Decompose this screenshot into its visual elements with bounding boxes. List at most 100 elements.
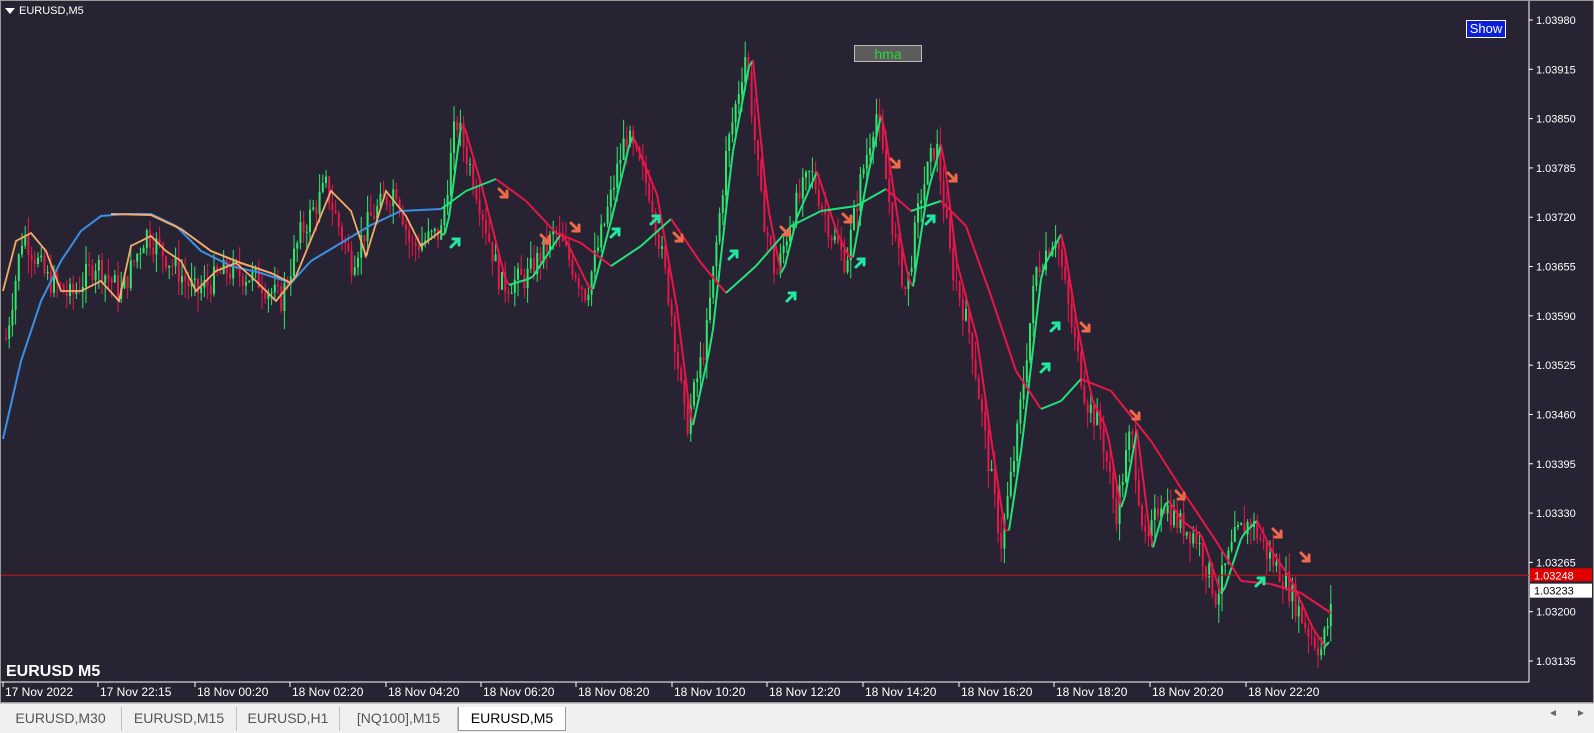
hma-fast-segment [676,308,682,341]
candle-body [731,122,734,135]
candle-body [453,121,455,153]
time-tick-label: 18 Nov 04:20 [388,685,460,699]
tab-eurusd-m30[interactable]: EURUSD,M30 [0,707,122,731]
price-tick-label: 1.03395 [1536,459,1576,471]
hma-slow-segment [525,200,557,234]
hma-fast-segment [764,181,770,213]
candle-body [117,275,119,299]
candle-body [414,242,417,247]
candle-body [1275,561,1278,566]
dropdown-triangle-icon[interactable] [5,8,15,14]
show-button[interactable]: Show [1466,20,1506,38]
down-arrow-icon [946,171,958,183]
candle-body [734,103,737,123]
candle-body [200,287,203,294]
chart-tabs-bar: EURUSD,M30 EURUSD,M15 EURUSD,H1 [NQ100],… [0,703,1594,733]
hma-fast-segment [572,254,578,264]
hma-fast-segment [700,370,706,389]
hma-fast-segment [476,169,482,184]
hma-fast-segment [804,189,810,200]
candle-body [625,138,628,147]
candle-body [1301,606,1303,623]
hma-fast-segment [988,423,994,452]
down-arrow-icon [672,231,684,243]
hma-fast-segment [668,262,674,286]
candle-body [776,273,779,275]
candle-body [1019,399,1022,424]
candle-body [897,237,900,249]
hma-fast-segment [940,144,946,166]
candle-body [107,275,110,279]
candle-body [725,151,727,196]
candle-body [481,214,484,221]
chart-canvas[interactable]: 1.03980 1.03915 1.03850 1.03785 1.03720 1.036… [1,1,1594,704]
price-tick-label: 1.03915 [1536,64,1576,76]
candle-body [277,284,279,287]
candle-body [619,159,622,164]
candle-body [165,256,167,268]
hma-button[interactable]: hma [854,45,922,62]
candle-body [1000,533,1003,549]
candle-body [488,233,491,242]
hma-fast-segment [656,194,662,218]
candle-body [1128,431,1131,451]
hma-fast-segment [1232,550,1238,564]
hma-fast-segment [980,366,986,396]
candle-body [869,147,871,155]
hma-fast-segment [1136,429,1142,463]
candle-body [766,232,769,237]
candle-body [1057,241,1060,250]
candle-body [475,188,478,200]
candle-body [33,259,36,265]
time-tick-label: 17 Nov 22:15 [100,685,172,699]
down-arrow-icon [841,212,853,224]
hma-fast-segment [844,248,850,258]
time-tick-label: 18 Nov 14:20 [865,685,937,699]
hma-fast-segment [892,185,898,214]
moving-average-blue [2,208,442,440]
candle-body [177,257,180,283]
hma-fast-segment [752,60,758,102]
candle-body [974,358,977,378]
hma-slow-segment [725,265,757,294]
candle-body [517,268,519,280]
time-tick-label: 18 Nov 18:20 [1056,685,1128,699]
candle-body [309,209,311,232]
candle-body [1009,471,1012,496]
candle-body [443,206,446,225]
chart-window[interactable]: 1.03980 1.03915 1.03850 1.03785 1.03720 1.036… [0,0,1594,703]
candle-body [750,71,753,116]
down-arrow-icon [497,187,509,199]
scroll-right-icon[interactable]: ► [1576,708,1586,719]
scroll-left-icon[interactable]: ◄ [1548,708,1558,719]
hma-fast-segment [756,100,762,142]
candle-body [417,246,420,251]
candle-body [1125,450,1127,482]
candle-body [894,234,897,238]
hma-fast-segment [604,228,610,245]
candle-body [769,236,772,245]
tab-eurusd-h1[interactable]: EURUSD,H1 [237,707,340,731]
hma-slow-segment [610,245,642,267]
tab-eurusd-m15[interactable]: EURUSD,M15 [122,707,237,731]
candle-body [126,276,129,289]
candle-body [478,199,481,215]
candle-body [456,121,459,130]
down-arrow-icon [569,221,581,233]
candle-body [760,160,763,191]
candle-body [85,263,87,287]
candle-body [885,149,887,180]
candle-body [449,152,452,196]
hma-fast-segment [1008,503,1014,531]
candle-body [657,233,660,249]
candle-body [1006,495,1009,518]
candle-body [558,231,561,234]
candle-body [651,200,654,213]
candle-body [1102,428,1105,453]
tab-eurusd-m5[interactable]: EURUSD,M5 [458,707,566,731]
candle-body [350,250,353,275]
tab-nq100-m15[interactable]: [NQ100],M15 [340,707,458,731]
hma-fast-segment [584,278,590,288]
price-tick-label: 1.03200 [1536,607,1576,619]
up-arrow-icon [785,291,797,303]
